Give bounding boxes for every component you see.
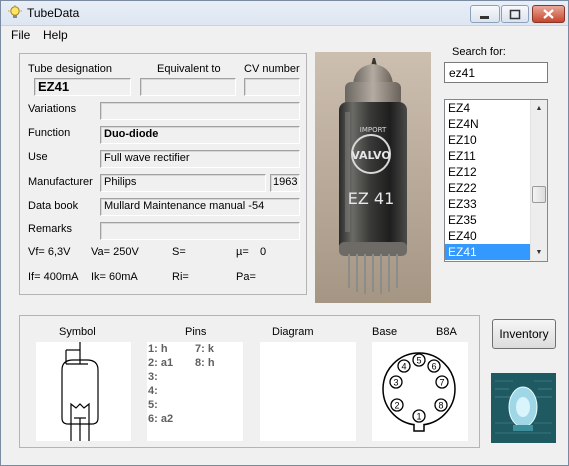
base-type: B8A — [436, 326, 457, 338]
base-pin-number: 1 — [416, 412, 421, 422]
scroll-thumb[interactable] — [532, 186, 546, 203]
remarks-field[interactable] — [100, 222, 300, 240]
databook-field[interactable]: Mullard Maintenance manual -54 — [100, 198, 300, 216]
minimize-icon — [480, 16, 489, 19]
databook-label: Data book — [28, 200, 79, 212]
base-pin-number: 2 — [394, 401, 399, 411]
lightbulb-icon — [8, 5, 22, 18]
equivalent-label: Equivalent to — [157, 63, 221, 75]
menu-help[interactable]: Help — [43, 28, 68, 42]
mu-value: 0 — [260, 246, 267, 258]
symbol-box — [36, 342, 131, 441]
pin-entry: 1: h — [148, 343, 168, 355]
ri-value: Ri= — [172, 271, 189, 283]
base-box: 1 2 34567 8 — [372, 342, 468, 441]
maximize-button[interactable] — [501, 5, 529, 23]
tube-photo: VALVO IMPORT EZ 41 — [315, 52, 431, 303]
variations-field[interactable] — [100, 102, 300, 120]
minimize-button[interactable] — [470, 5, 500, 23]
year-field[interactable]: 1963 — [270, 174, 300, 192]
manufacturer-label: Manufacturer — [28, 176, 93, 188]
menu-bar: File Help — [1, 26, 568, 45]
base-diagram: 1 2 34567 8 — [382, 352, 456, 432]
app-logo[interactable] — [491, 373, 556, 443]
diode-symbol — [61, 342, 99, 441]
diagram-box — [260, 342, 356, 441]
pin-entry: 6: a2 — [148, 413, 174, 425]
list-scrollbar[interactable]: ▲ ▼ — [530, 100, 547, 261]
scroll-down-icon[interactable]: ▼ — [531, 244, 547, 261]
cv-number-label: CV number — [244, 63, 300, 75]
tube-import-text: IMPORT — [360, 126, 387, 134]
base-pin-number: 8 — [438, 401, 443, 411]
pin-entry: 7: k — [195, 343, 214, 355]
use-label: Use — [28, 151, 48, 163]
pin-entry: 5: — [148, 399, 158, 411]
close-icon — [543, 9, 554, 19]
pin-entry: 4: — [148, 385, 158, 397]
title-bar[interactable]: TubeData — [1, 1, 568, 26]
close-button[interactable] — [532, 5, 565, 23]
inventory-button[interactable]: Inventory — [492, 319, 556, 349]
base-pin-number: 6 — [431, 362, 436, 372]
ik-value: Ik= 60mA — [91, 271, 138, 283]
pin-entry: 8: h — [195, 357, 215, 369]
equivalent-field[interactable] — [140, 78, 236, 96]
tube-type-text: EZ 41 — [348, 189, 395, 208]
if-value: If= 400mA — [28, 271, 79, 283]
function-label: Function — [28, 127, 71, 139]
vf-value: Vf= 6,3V — [28, 246, 71, 258]
base-pin-number: 4 — [401, 362, 406, 372]
function-field[interactable]: Duo-diode — [100, 126, 300, 144]
manufacturer-field[interactable]: Philips — [100, 174, 266, 192]
search-label: Search for: — [452, 46, 506, 58]
window-title: TubeData — [27, 6, 80, 20]
tube-brand-text: VALVO — [351, 149, 390, 162]
base-pin-number: 5 — [416, 356, 421, 366]
pin-entry: 2: a1 — [148, 357, 174, 369]
remarks-label: Remarks — [28, 223, 73, 235]
cv-number-field[interactable] — [244, 78, 300, 96]
search-input[interactable] — [444, 62, 548, 83]
maximize-icon — [509, 9, 521, 20]
menu-file[interactable]: File — [11, 28, 30, 42]
s-value: S= — [172, 246, 186, 258]
tube-list[interactable]: EZ4 EZ4N EZ10 EZ11 EZ12 EZ22 EZ33 EZ35 EZ40 EZ41 … — [444, 99, 548, 262]
use-field[interactable]: Full wave rectifier — [100, 150, 300, 168]
tube-designation-field[interactable]: EZ41 — [34, 78, 131, 96]
symbol-label: Symbol — [59, 326, 96, 338]
base-label: Base — [372, 326, 398, 338]
diagram-label: Diagram — [272, 326, 314, 338]
app-window: TubeData File Help Tube designation Equi… — [0, 0, 569, 466]
scroll-up-icon[interactable]: ▲ — [531, 100, 547, 117]
pins-column-1: 1: h 2: a1 3: 4: 5: 6: a2 — [148, 343, 173, 427]
mu-label: µ= — [236, 246, 249, 258]
tube-designation-label: Tube designation — [28, 63, 112, 75]
base-pin-number: 7 — [439, 378, 444, 388]
base-pin-number: 3 — [393, 378, 398, 388]
va-value: Va= 250V — [91, 246, 139, 258]
pin-entry: 3: — [148, 371, 158, 383]
variations-label: Variations — [28, 103, 77, 115]
pa-value: Pa= — [236, 271, 256, 283]
pins-column-2: 7: k 8: h — [195, 343, 215, 371]
pins-label: Pins — [185, 326, 207, 338]
pins-box: 1: h 2: a1 3: 4: 5: 6: a2 7: k 8: h — [147, 342, 243, 441]
